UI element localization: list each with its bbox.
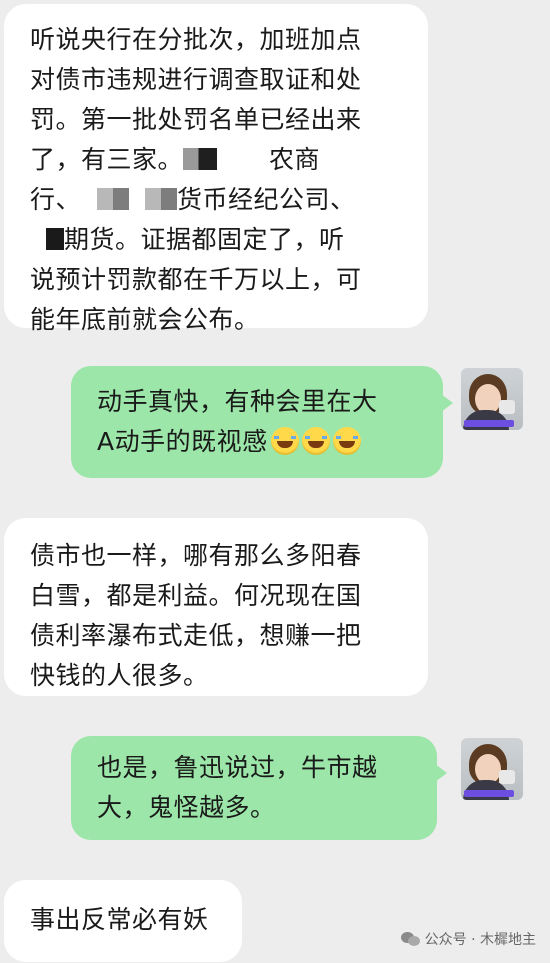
message-text-line: 听说央行在分批次，加班加点 [30, 25, 362, 54]
message-text-line: 也是，鲁迅说过，牛市越 [97, 753, 378, 782]
message-text-line: 债市也一样，哪有那么多阳春 [30, 541, 362, 570]
message-text-line: 能年底前就会公布。 [30, 305, 260, 334]
redacted-block [97, 188, 130, 210]
user-avatar[interactable] [461, 738, 523, 800]
message-text-line: 白雪，都是利益。何况现在国 [30, 581, 362, 610]
message-bubble-received[interactable]: 听说央行在分批次，加班加点 对债市违规进行调查取证和处 罚。第一批处罚名单已经出… [4, 4, 428, 334]
message-text-fragment: 期货。证据都固定了，听 [64, 225, 345, 254]
redacted-block [183, 148, 218, 170]
message-text-line: 期货。证据都固定了，听 [30, 220, 410, 260]
message-text-fragment: 货币经纪公司、 [177, 185, 356, 214]
message-text-line: 快钱的人很多。 [30, 661, 209, 690]
message-bubble-received[interactable]: 债市也一样，哪有那么多阳春 白雪，都是利益。何况现在国 债利率瀑布式走低，想赚一… [4, 518, 428, 696]
message-text-line: 动手真快，有种会里在大 [97, 387, 378, 416]
facepalm-laugh-emoji-icon [332, 427, 361, 455]
message-text-fragment: 农商 [269, 145, 321, 174]
message-text-fragment: 了，有三家。 [30, 145, 184, 174]
message-text-line: A动手的既视感 [97, 422, 431, 462]
user-avatar[interactable] [461, 368, 523, 430]
watermark: 公众号 · 木樨地主 [400, 929, 536, 949]
message-text-line: 对债市违规进行调查取证和处 [30, 65, 362, 94]
message-text-line: 行、 货币经纪公司、 [30, 180, 410, 220]
facepalm-laugh-emoji-icon [270, 427, 299, 455]
message-text-line: 罚。第一批处罚名单已经出来 [30, 105, 362, 134]
message-text-fragment: A动手的既视感 [97, 427, 268, 456]
message-text-line: 债利率瀑布式走低，想赚一把 [30, 621, 362, 650]
message-text-line: 大，鬼怪越多。 [97, 793, 276, 822]
redacted-block [145, 188, 178, 210]
wechat-icon [400, 931, 420, 947]
redacted-block [46, 228, 64, 250]
facepalm-laugh-emoji-icon [301, 427, 330, 455]
message-text-line: 了，有三家。 农商 [30, 140, 410, 180]
message-text-line: 说预计罚款都在千万以上，可 [30, 265, 362, 294]
message-bubble-received[interactable]: 事出反常必有妖 [4, 880, 242, 962]
message-bubble-sent[interactable]: 动手真快，有种会里在大 A动手的既视感 [71, 366, 453, 478]
message-text-fragment: 行、 [30, 185, 82, 214]
message-text-line: 事出反常必有妖 [30, 905, 209, 934]
message-bubble-sent[interactable]: 也是，鲁迅说过，牛市越 大，鬼怪越多。 [71, 736, 447, 840]
watermark-text: 公众号 · 木樨地主 [424, 932, 536, 948]
